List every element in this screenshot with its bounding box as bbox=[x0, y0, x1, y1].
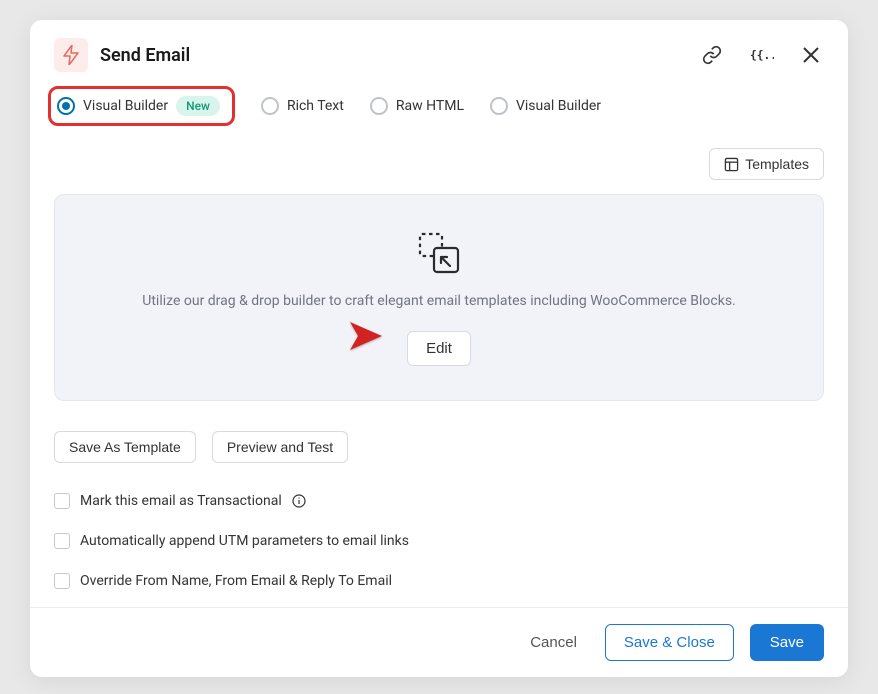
send-email-modal: Send Email {{..}} Visual Builder New Ric… bbox=[30, 20, 848, 677]
tabs-row: Visual Builder New Rich Text Raw HTML Vi… bbox=[30, 86, 848, 126]
visual-builder-panel: Utilize our drag & drop builder to craft… bbox=[54, 194, 824, 401]
checkbox-icon bbox=[54, 573, 70, 589]
tab-label: Rich Text bbox=[287, 98, 344, 114]
close-icon[interactable] bbox=[798, 42, 824, 68]
checkbox-override-from[interactable]: Override From Name, From Email & Reply T… bbox=[54, 573, 824, 589]
builder-description: Utilize our drag & drop builder to craft… bbox=[79, 293, 799, 309]
svg-text:{{..}}: {{..}} bbox=[750, 49, 774, 62]
templates-label: Templates bbox=[745, 156, 809, 172]
info-icon[interactable] bbox=[292, 494, 306, 508]
header-actions: {{..}} bbox=[698, 41, 824, 69]
modal-header: Send Email {{..}} bbox=[30, 20, 848, 86]
tab-visual-builder[interactable]: Visual Builder New bbox=[48, 86, 235, 126]
templates-button[interactable]: Templates bbox=[709, 148, 824, 180]
radio-selected-icon bbox=[57, 97, 75, 115]
checkbox-icon bbox=[54, 493, 70, 509]
checkbox-label: Automatically append UTM parameters to e… bbox=[80, 533, 409, 549]
save-close-button[interactable]: Save & Close bbox=[605, 624, 734, 661]
modal-body: Templates Utilize our drag & drop builde… bbox=[30, 126, 848, 607]
checkbox-icon bbox=[54, 533, 70, 549]
templates-row: Templates bbox=[54, 148, 824, 180]
drag-drop-icon bbox=[79, 231, 799, 275]
checkbox-label: Mark this email as Transactional bbox=[80, 493, 282, 509]
tab-label: Visual Builder bbox=[516, 98, 601, 114]
edit-button[interactable]: Edit bbox=[407, 331, 471, 366]
lightning-icon bbox=[54, 38, 88, 72]
checkbox-label: Override From Name, From Email & Reply T… bbox=[80, 573, 392, 589]
tab-visual-builder-2[interactable]: Visual Builder bbox=[490, 89, 601, 123]
checkbox-transactional[interactable]: Mark this email as Transactional bbox=[54, 493, 824, 509]
modal-footer: Cancel Save & Close Save bbox=[30, 607, 848, 677]
save-button[interactable]: Save bbox=[750, 624, 824, 661]
checkbox-list: Mark this email as Transactional Automat… bbox=[54, 493, 824, 589]
action-row: Save As Template Preview and Test bbox=[54, 431, 824, 463]
tab-label: Raw HTML bbox=[396, 98, 464, 114]
merge-tags-icon[interactable]: {{..}} bbox=[746, 42, 778, 68]
save-as-template-button[interactable]: Save As Template bbox=[54, 431, 196, 463]
tab-raw-html[interactable]: Raw HTML bbox=[370, 89, 464, 123]
cancel-button[interactable]: Cancel bbox=[518, 626, 589, 659]
radio-icon bbox=[261, 97, 279, 115]
tab-label: Visual Builder bbox=[83, 98, 168, 114]
new-badge: New bbox=[176, 96, 220, 116]
checkbox-utm[interactable]: Automatically append UTM parameters to e… bbox=[54, 533, 824, 549]
radio-icon bbox=[370, 97, 388, 115]
templates-icon bbox=[724, 157, 739, 172]
modal-title: Send Email bbox=[100, 45, 686, 66]
radio-icon bbox=[490, 97, 508, 115]
preview-and-test-button[interactable]: Preview and Test bbox=[212, 431, 348, 463]
tab-rich-text[interactable]: Rich Text bbox=[261, 89, 344, 123]
link-icon[interactable] bbox=[698, 41, 726, 69]
